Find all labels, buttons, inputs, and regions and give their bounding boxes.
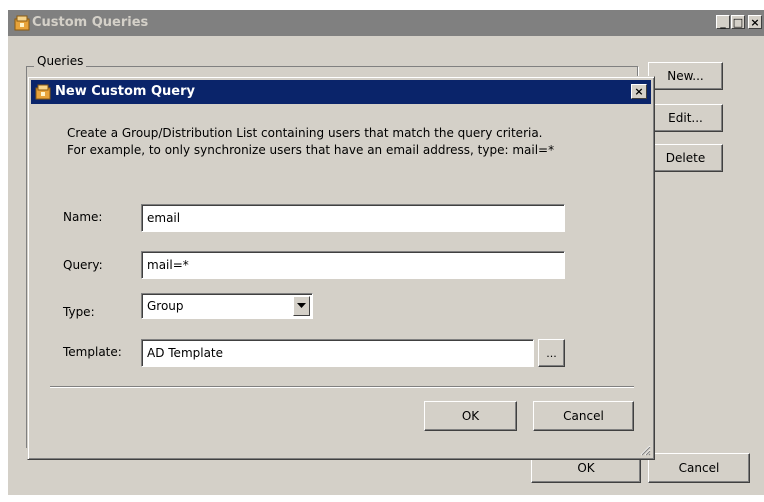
query-input[interactable] xyxy=(141,251,565,279)
name-label: Name: xyxy=(63,210,103,224)
dialog-title-bar[interactable]: New Custom Query × xyxy=(31,80,651,104)
template-input[interactable] xyxy=(141,339,534,367)
edit-query-button[interactable]: Edit... xyxy=(648,104,723,132)
dialog-title: New Custom Query xyxy=(55,84,195,99)
delete-query-button[interactable]: Delete xyxy=(648,144,723,172)
dialog-cancel-button[interactable]: Cancel xyxy=(533,401,634,431)
parent-title-bar[interactable]: Custom Queries _ □ × xyxy=(8,10,764,36)
resize-grip-icon[interactable] xyxy=(639,444,651,456)
queries-group-label: Queries xyxy=(34,54,87,68)
minimize-button[interactable]: _ xyxy=(716,15,730,29)
chevron-down-icon xyxy=(297,303,306,308)
dropdown-arrow-button[interactable] xyxy=(293,296,310,316)
type-selected-value: Group xyxy=(147,299,184,313)
new-custom-query-dialog: New Custom Query × Create a Group/Distri… xyxy=(27,76,655,460)
parent-cancel-button[interactable]: Cancel xyxy=(648,453,750,483)
template-browse-button[interactable]: ... xyxy=(538,339,565,367)
dialog-close-button[interactable]: × xyxy=(631,84,647,99)
type-select[interactable]: Group xyxy=(141,293,313,319)
template-label: Template: xyxy=(63,345,122,359)
parent-window-title: Custom Queries xyxy=(32,15,149,30)
type-label: Type: xyxy=(63,305,95,319)
app-icon xyxy=(14,15,30,31)
description-line-2: For example, to only synchronize users t… xyxy=(67,143,555,157)
name-input[interactable] xyxy=(141,204,565,232)
query-label: Query: xyxy=(63,258,103,272)
description-line-1: Create a Group/Distribution List contain… xyxy=(67,126,543,140)
new-query-button[interactable]: New... xyxy=(648,62,723,90)
dialog-separator xyxy=(50,386,634,388)
dialog-ok-button[interactable]: OK xyxy=(424,401,517,431)
dialog-description: Create a Group/Distribution List contain… xyxy=(67,125,647,159)
maximize-button[interactable]: □ xyxy=(731,15,745,29)
parent-close-button[interactable]: × xyxy=(748,15,762,29)
app-icon xyxy=(35,84,51,100)
